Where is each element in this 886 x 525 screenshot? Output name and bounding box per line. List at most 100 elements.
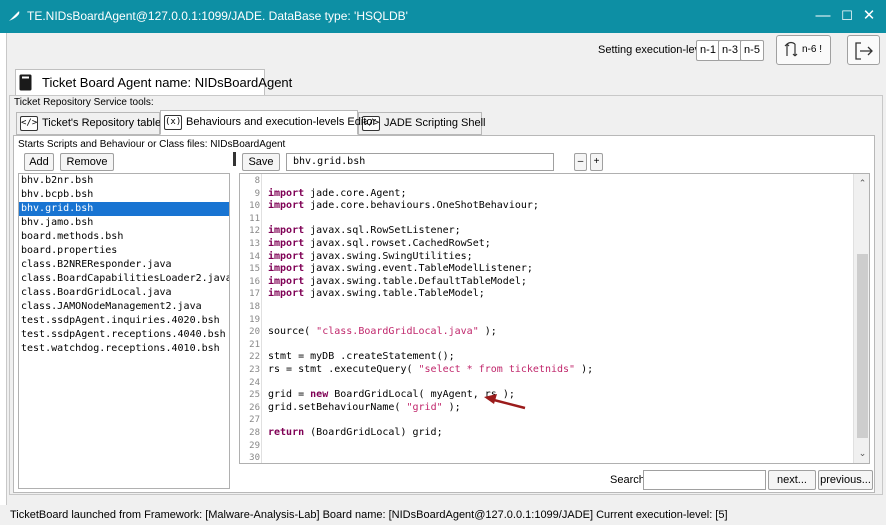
level-n6-button[interactable]: n-6 !	[776, 35, 831, 65]
file-list-item[interactable]: class.BoardCapabilitiesLoader2.java	[19, 272, 229, 286]
code-line: grid.setBehaviourName( "grid" );	[268, 402, 461, 413]
line-number: 17	[249, 289, 260, 300]
code-keyword: import	[268, 238, 305, 249]
code-line: import jade.core.Agent;	[268, 188, 406, 199]
line-number: 19	[249, 314, 260, 325]
code-keyword: import	[268, 288, 305, 300]
scrollbar-thumb[interactable]	[857, 254, 868, 438]
splitter-handle[interactable]	[233, 152, 236, 489]
cycle-arrow-icon	[784, 41, 798, 57]
code-keyword: import	[268, 263, 305, 275]
code-tag-icon: </>	[20, 116, 38, 131]
line-number: 26	[249, 402, 260, 413]
code-text: javax.swing.table.TableModel;	[304, 288, 485, 300]
code-editor[interactable]: 8 9 10 11 12 13 14 15 16 17 18 19 20 21 22 23 24 25 26 27 28…	[239, 173, 870, 464]
code-text: source(	[268, 326, 317, 338]
status-text: TicketBoard launched from Framework: [Ma…	[10, 509, 728, 521]
code-string: "class.BoardGridLocal.java"	[316, 326, 479, 338]
file-list-item[interactable]: class.JAMONodeManagement2.java	[19, 300, 229, 314]
file-list-item[interactable]: test.ssdpAgent.receptions.4040.bsh	[19, 328, 229, 342]
level-n3-button[interactable]: n-3	[718, 40, 742, 61]
tab-repository-table[interactable]: </> Ticket's Repository table	[16, 112, 162, 135]
file-list-item[interactable]: bhv.jamo.bsh	[19, 216, 229, 230]
line-number: 28	[249, 428, 260, 438]
code-keyword: new	[310, 389, 329, 401]
tab-label: JADE Scripting Shell	[384, 117, 486, 129]
save-button[interactable]: Save	[242, 153, 280, 171]
execution-level-label: Setting execution-level:	[598, 44, 712, 56]
code-line: rs = stmt .executeQuery( "select * from …	[268, 364, 593, 375]
file-list[interactable]: bhv.b2nr.bsh bhv.bcpb.bsh bhv.grid.bsh bhv.…	[18, 173, 230, 489]
line-number: 16	[249, 276, 260, 287]
file-list-item[interactable]: board.methods.bsh	[19, 230, 229, 244]
previous-button[interactable]: previous...	[818, 470, 873, 490]
code-keyword: import	[268, 200, 305, 212]
level-n1-button[interactable]: n-1	[696, 40, 720, 61]
line-number: 24	[249, 377, 260, 388]
code-line: import javax.sql.rowset.CachedRowSet;	[268, 238, 491, 249]
scroll-up-arrow-icon[interactable]: ⌃	[854, 176, 869, 190]
code-text: );	[442, 401, 461, 413]
editor-panel-legend: Starts Scripts and Behaviour or Class fi…	[18, 139, 286, 150]
file-list-item[interactable]: board.properties	[19, 244, 229, 258]
file-list-item[interactable]: bhv.b2nr.bsh	[19, 174, 229, 188]
behaviours-editor-panel: Starts Scripts and Behaviour or Class fi…	[13, 135, 875, 493]
tab-jade-scripting-shell[interactable]: </> JADE Scripting Shell	[358, 112, 486, 135]
search-label: Search	[610, 474, 645, 486]
level-n5-button[interactable]: n-5	[740, 40, 764, 61]
code-keyword: import	[268, 225, 305, 237]
increase-font-button[interactable]: +	[590, 153, 603, 171]
file-list-item[interactable]: class.BoardGridLocal.java	[19, 286, 229, 300]
book-icon	[19, 74, 32, 91]
code-text: );	[478, 326, 497, 338]
file-list-item[interactable]: class.B2NREResponder.java	[19, 258, 229, 272]
line-number: 11	[249, 213, 260, 224]
line-number: 21	[249, 339, 260, 350]
file-list-item[interactable]: test.watchdog.receptions.4010.bsh	[19, 342, 229, 356]
code-text: jade.core.behaviours.OneShotBehaviour;	[304, 200, 539, 212]
code-keyword: import	[268, 187, 305, 199]
next-button[interactable]: next...	[768, 470, 816, 490]
line-number: 9	[254, 188, 260, 199]
code-line: stmt = myDB .createStatement();	[268, 351, 455, 362]
filename-field[interactable]: bhv.grid.bsh	[286, 153, 554, 171]
code-line: import javax.swing.table.TableModel;	[268, 288, 485, 299]
agent-header: Ticket Board Agent name: NIDsBoardAgent	[15, 69, 292, 95]
variable-icon: (x)	[164, 115, 182, 130]
code-keyword: import	[268, 275, 305, 287]
file-list-item[interactable]: bhv.grid.bsh	[19, 202, 229, 216]
line-number: 13	[249, 239, 260, 249]
code-text: javax.swing.table.DefaultTableModel;	[304, 275, 527, 287]
scroll-down-arrow-icon[interactable]: ⌄	[854, 446, 869, 460]
code-text: BoardGridLocal( myAgent, rs );	[328, 389, 515, 401]
code-text: javax.sql.rowset.CachedRowSet;	[304, 238, 491, 249]
decrease-font-button[interactable]: –	[574, 153, 587, 171]
code-text: javax.swing.SwingUtilities;	[304, 250, 473, 262]
line-number: 20	[249, 327, 260, 338]
code-keyword: import	[268, 250, 305, 262]
agent-title: Ticket Board Agent name: NIDsBoardAgent	[42, 75, 293, 90]
line-number: 14	[249, 251, 260, 262]
exit-button[interactable]	[847, 35, 880, 65]
code-text: grid =	[268, 389, 311, 401]
tab-behaviours-editor[interactable]: (x) Behaviours and execution-levels Edit…	[160, 110, 376, 135]
code-line: source( "class.BoardGridLocal.java" );	[268, 326, 497, 337]
main-frame: Setting execution-level: n-1 n-3 n-5 n-6…	[6, 33, 886, 525]
editor-scrollbar[interactable]: ⌃ ⌄	[853, 174, 869, 463]
execution-level-bar: Setting execution-level: n-1 n-3 n-5 n-6…	[11, 35, 883, 67]
code-line: import javax.swing.table.DefaultTableMod…	[268, 276, 527, 287]
add-button[interactable]: Add	[24, 153, 54, 171]
tab-label: Ticket's Repository table	[42, 117, 162, 129]
file-list-item[interactable]: bhv.bcpb.bsh	[19, 188, 229, 202]
close-button[interactable]: ✕	[854, 4, 884, 28]
file-list-item[interactable]: test.ssdpAgent.inquiries.4020.bsh	[19, 314, 229, 328]
line-number-gutter: 8 9 10 11 12 13 14 15 16 17 18 19 20 21 22 23 24 25 26 27 28…	[240, 174, 262, 463]
code-line: import jade.core.behaviours.OneShotBehav…	[268, 200, 539, 211]
code-text: javax.swing.event.TableModelListener;	[304, 263, 533, 275]
remove-button[interactable]: Remove	[60, 153, 114, 171]
line-number: 15	[249, 264, 260, 275]
code-text: );	[575, 364, 594, 375]
search-input[interactable]	[643, 470, 766, 490]
status-bar: TicketBoard launched from Framework: [Ma…	[0, 505, 886, 525]
code-text: rs = stmt .executeQuery(	[268, 364, 419, 375]
